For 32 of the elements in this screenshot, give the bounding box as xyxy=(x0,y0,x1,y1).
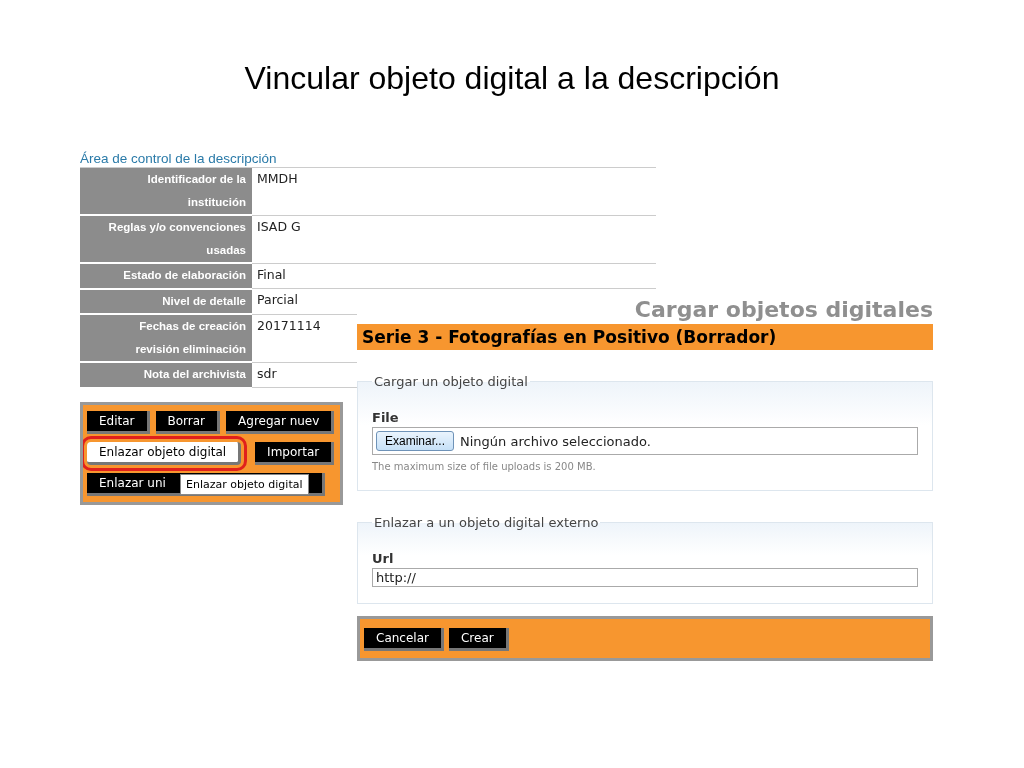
action-button[interactable]: Cancelar xyxy=(364,628,444,651)
field-label: Estado de elaboración xyxy=(122,268,247,283)
section-legend: Enlazar a un objeto digital externo xyxy=(372,515,601,530)
action-button[interactable]: Crear xyxy=(448,628,509,651)
record-title: Serie 3 - Fotografías en Positivo (Borrador) xyxy=(362,327,777,347)
action-button[interactable]: Editar xyxy=(87,410,150,434)
url-field[interactable]: http:// xyxy=(372,568,918,587)
field-label: File xyxy=(372,410,399,425)
browse-button[interactable]: Examinar... xyxy=(376,431,455,451)
action-button[interactable]: Importar xyxy=(255,441,335,465)
field-label: Fechas de creación revisión eliminación xyxy=(134,319,247,357)
field-value: ISAD G xyxy=(256,217,302,236)
file-field[interactable]: Examinar... Ningún archivo seleccionado. xyxy=(372,427,918,455)
field-label: Reglas y/o convenciones usadas xyxy=(107,220,247,258)
field-label: Nivel de detalle xyxy=(161,293,247,309)
action-button[interactable]: Borrar xyxy=(155,410,221,434)
field-value: MMDH xyxy=(256,170,299,188)
field-label: Nota del archivista xyxy=(142,367,247,382)
action-button[interactable]: Agregar nuev xyxy=(226,410,335,434)
slide-title: Vincular objeto digital a la descripción xyxy=(244,60,780,97)
field-value: Parcial xyxy=(256,291,299,309)
field-value: sdr xyxy=(256,364,278,383)
field-value: Final xyxy=(256,265,287,284)
field-label: Url xyxy=(372,551,394,566)
field-value: 20171114 xyxy=(256,316,322,335)
tooltip: Enlazar objeto digital xyxy=(180,473,309,495)
section-heading: Área de control de la descripción xyxy=(80,151,277,166)
file-status: Ningún archivo seleccionado. xyxy=(460,433,651,449)
hint-text: The maximum size of file uploads is 200 MB. xyxy=(372,461,596,472)
page-header: Cargar objetos digitales xyxy=(634,298,933,322)
section-legend: Cargar un objeto digital xyxy=(372,374,530,389)
field-label: Identificador de la institución xyxy=(146,172,247,210)
